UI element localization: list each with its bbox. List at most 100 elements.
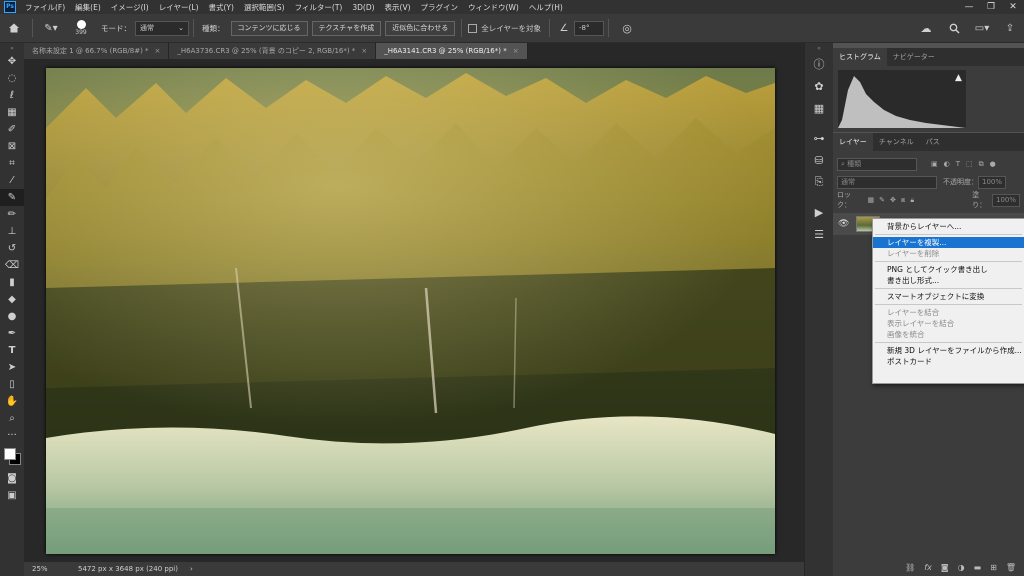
sample-all-layers-checkbox[interactable] [468, 23, 478, 33]
lock-artboard-icon[interactable]: ⧈ [901, 196, 905, 205]
eye-icon[interactable]: 👁︎ [838, 219, 849, 229]
rectangle-tool-icon[interactable]: ▯ [0, 376, 24, 393]
context-menu-item[interactable]: PNG としてクイック書き出し [873, 264, 1024, 275]
dodge-tool-icon[interactable]: ● [0, 308, 24, 325]
new-layer-icon[interactable]: ⊞ [990, 563, 997, 572]
context-menu-item[interactable]: スマートオブジェクトに変換 [873, 291, 1024, 302]
blend-mode-select[interactable]: 通常 [837, 175, 937, 189]
opacity-input[interactable]: 100% [978, 175, 1006, 189]
menu-image[interactable]: イメージ(I) [106, 2, 154, 13]
tab-channels[interactable]: チャンネル [873, 133, 920, 151]
workspace-icon[interactable]: ▭▾ [972, 18, 992, 38]
document-tab[interactable]: 名称未設定 1 @ 66.7% (RGB/8#) * × [24, 43, 170, 59]
color-wheel-icon[interactable]: ✿ [805, 75, 833, 97]
menu-3d[interactable]: 3D(D) [347, 3, 379, 12]
mode-select[interactable]: 通常 ⌄ [135, 20, 189, 36]
frame-tool-icon[interactable]: ⊠ [0, 138, 24, 155]
tab-navigator[interactable]: ナビゲーター [887, 48, 941, 66]
layer-style-icon[interactable]: fx [924, 563, 932, 572]
context-menu-item[interactable]: 書き出し形式... [873, 275, 1024, 286]
menu-plugins[interactable]: プラグイン [416, 2, 464, 13]
history-brush-icon[interactable]: ↺ [0, 240, 24, 257]
adjustments-icon[interactable]: ⊶ [805, 127, 833, 149]
quick-selection-icon[interactable]: ✐ [0, 121, 24, 138]
document-canvas-image[interactable] [46, 68, 775, 554]
home-icon[interactable] [4, 18, 24, 38]
pen-tool-icon[interactable]: ✒ [0, 325, 24, 342]
lock-all-icon[interactable]: 🔒︎ [910, 196, 914, 205]
zoom-level[interactable]: 25% [24, 565, 70, 573]
pressure-size-icon[interactable]: ◎ [617, 18, 637, 38]
menu-view[interactable]: 表示(V) [380, 2, 416, 13]
context-menu-item[interactable]: ポストカード [873, 356, 1024, 367]
fill-input[interactable]: 100% [992, 193, 1020, 207]
document-tab[interactable]: _H6A3736.CR3 @ 25% (背景 のコピー 2, RGB/16*) … [169, 43, 377, 59]
close-icon[interactable]: × [513, 47, 519, 55]
menu-edit[interactable]: 編集(E) [70, 2, 106, 13]
spot-healing-brush-icon[interactable]: ✎ [0, 189, 24, 206]
tab-histogram[interactable]: ヒストグラム [833, 48, 887, 66]
lasso-tool-icon[interactable]: ℓ [0, 87, 24, 104]
spot-healing-brush-icon[interactable]: ✎▾ [41, 18, 61, 38]
close-icon[interactable]: × [361, 47, 367, 55]
brush-preset-picker[interactable]: 399 [69, 18, 93, 38]
eraser-tool-icon[interactable]: ⌫ [0, 257, 24, 274]
hand-tool-icon[interactable]: ✋ [0, 393, 24, 410]
tab-paths[interactable]: パス [920, 133, 946, 151]
menu-layer[interactable]: レイヤー(L) [154, 2, 204, 13]
clone-source-icon[interactable]: ⛁ [805, 149, 833, 171]
eyedropper-icon[interactable]: ⁄ [0, 172, 24, 189]
layer-filter-kind-select[interactable]: ⌕ 種類 [837, 157, 917, 171]
crop-tool-icon[interactable]: ⌗ [0, 155, 24, 172]
tab-layers[interactable]: レイヤー [833, 133, 873, 151]
close-icon[interactable]: × [155, 47, 161, 55]
link-layers-icon[interactable]: ⛓ [905, 563, 915, 572]
type-create-texture-button[interactable]: テクスチャを作成 [311, 20, 382, 36]
toolbar-collapse-icon[interactable]: » [0, 43, 24, 53]
add-mask-icon[interactable]: ◙ [941, 563, 949, 572]
context-menu-item[interactable]: レイヤーを複製... [873, 237, 1024, 248]
foreground-color-swatch[interactable] [4, 448, 16, 460]
menu-window[interactable]: ウィンドウ(W) [463, 2, 524, 13]
history-icon[interactable]: ⎘ [805, 171, 833, 193]
lock-image-icon[interactable]: ✎ [879, 196, 885, 204]
menu-filter[interactable]: フィルター(T) [290, 2, 348, 13]
context-menu-item[interactable]: 新規 3D レイヤーをファイルから作成... [873, 345, 1024, 356]
warning-icon[interactable]: ▲ [955, 73, 962, 83]
lock-transparent-icon[interactable]: ▦ [868, 196, 875, 204]
more-tools-icon[interactable]: ··· [0, 427, 24, 444]
menu-file[interactable]: ファイル(F) [20, 2, 70, 13]
zoom-tool-icon[interactable]: ⌕ [0, 410, 24, 427]
object-selection-icon[interactable]: ▦ [0, 104, 24, 121]
delete-layer-icon[interactable]: 🗑︎ [1006, 563, 1016, 572]
brush-tool-icon[interactable]: ✏ [0, 206, 24, 223]
search-icon[interactable] [944, 18, 964, 38]
menu-type[interactable]: 書式(Y) [204, 2, 239, 13]
filter-shape-icon[interactable]: ⬚ [966, 160, 973, 168]
swatches-icon[interactable]: ▦ [805, 97, 833, 119]
panel-collapse-icon[interactable]: « [805, 43, 833, 53]
screen-mode-icon[interactable]: ▣ [0, 487, 24, 504]
restore-icon[interactable]: ❐ [980, 0, 1002, 14]
blur-tool-icon[interactable]: ◆ [0, 291, 24, 308]
gradient-tool-icon[interactable]: ▮ [0, 274, 24, 291]
type-tool-icon[interactable]: T [0, 342, 24, 359]
filter-pixel-icon[interactable]: ▣ [931, 160, 938, 168]
adjustment-layer-icon[interactable]: ◑ [958, 563, 965, 572]
new-group-icon[interactable]: ▬ [974, 563, 982, 572]
info-icon[interactable]: ⓘ [805, 53, 833, 75]
color-swatches[interactable] [0, 444, 24, 470]
filter-smart-object-icon[interactable]: ⧉ [979, 160, 984, 169]
angle-input[interactable]: -8° [574, 20, 605, 36]
type-content-aware-button[interactable]: コンテンツに応じる [230, 20, 308, 36]
properties-icon[interactable]: ☰ [805, 223, 833, 245]
quick-mask-icon[interactable]: ◙ [0, 470, 24, 487]
actions-play-icon[interactable]: ▶ [805, 201, 833, 223]
path-selection-icon[interactable]: ➤ [0, 359, 24, 376]
move-tool-icon[interactable]: ✥ [0, 53, 24, 70]
menu-help[interactable]: ヘルプ(H) [524, 2, 568, 13]
filter-adjustment-icon[interactable]: ◐ [944, 160, 950, 168]
minimize-icon[interactable]: — [958, 0, 980, 14]
status-menu-arrow-icon[interactable]: › [178, 565, 193, 573]
lock-position-icon[interactable]: ✥ [890, 196, 896, 204]
